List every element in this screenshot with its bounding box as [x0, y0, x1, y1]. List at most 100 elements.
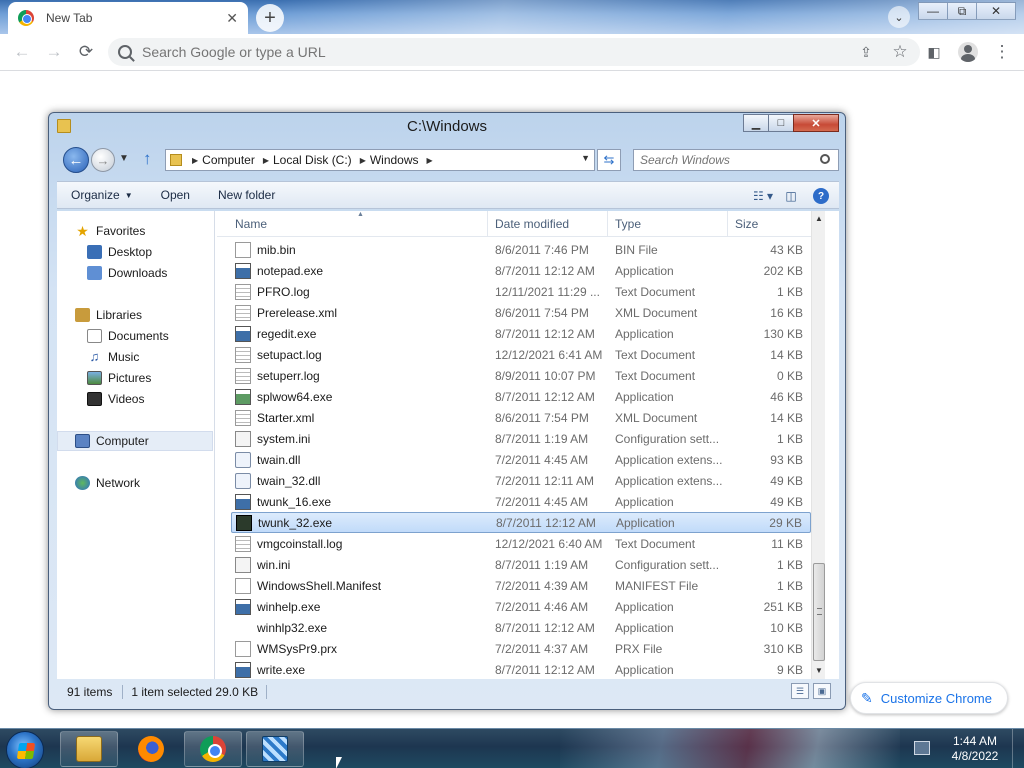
profile-button[interactable] [952, 36, 984, 68]
nav-pictures[interactable]: Pictures [87, 368, 151, 388]
grip-icon [817, 608, 822, 615]
tab-new-tab[interactable]: New Tab ✕ [8, 2, 248, 34]
nav-documents[interactable]: Documents [87, 326, 169, 346]
taskbar-twunk[interactable] [246, 731, 304, 767]
column-divider[interactable] [607, 211, 608, 237]
file-row[interactable]: write.exe 8/7/2011 12:12 AM Application 9 K… [231, 659, 811, 680]
file-row[interactable]: setupact.log 12/12/2021 6:41 AM Text Docum… [231, 344, 811, 365]
side-panel-icon[interactable]: ◧ [918, 36, 950, 68]
preview-pane-icon[interactable]: ◫ [777, 186, 805, 206]
restore-button[interactable]: ⧉ [947, 2, 977, 20]
taskbar-file-explorer[interactable] [60, 731, 118, 767]
column-divider[interactable] [727, 211, 728, 237]
file-row[interactable]: win.ini 8/7/2011 1:19 AM Configuration set… [231, 554, 811, 575]
file-row[interactable]: Starter.xml 8/6/2011 7:54 PM XML Document 1… [231, 407, 811, 428]
nav-downloads[interactable]: Downloads [87, 263, 167, 283]
chevron-right-icon[interactable]: ▶ [192, 156, 198, 165]
large-icons-view-icon[interactable]: ▣ [813, 683, 831, 699]
clock[interactable]: 1:44 AM 4/8/2022 [940, 734, 1010, 764]
file-row[interactable]: mib.bin 8/6/2011 7:46 PM BIN File 43 KB [231, 239, 811, 260]
file-row[interactable]: PFRO.log 12/11/2021 11:29 ... Text Documen… [231, 281, 811, 302]
scroll-down-arrow-icon[interactable]: ▼ [812, 663, 826, 679]
column-type[interactable]: Type [615, 217, 641, 231]
address-dropdown-icon[interactable]: ▼ [581, 153, 590, 163]
file-row[interactable]: WindowsShell.Manifest 7/2/2011 4:39 AM MAN… [231, 575, 811, 596]
new-folder-button[interactable]: New folder [204, 188, 289, 202]
more-menu-icon[interactable]: ⋮ [986, 36, 1018, 68]
scroll-up-arrow-icon[interactable]: ▲ [812, 211, 826, 227]
details-view-icon[interactable]: ☰ [791, 683, 809, 699]
nav-libraries[interactable]: Libraries [75, 305, 142, 325]
new-tab-button[interactable]: + [256, 4, 284, 32]
file-row[interactable]: twunk_32.exe 8/7/2011 12:12 AM Application… [231, 512, 811, 533]
omnibox[interactable] [108, 38, 920, 66]
minimize-button[interactable]: ▁ [743, 114, 769, 132]
file-row[interactable]: winhelp.exe 7/2/2011 4:46 AM Application 25… [231, 596, 811, 617]
nav-music[interactable]: ♫ Music [87, 347, 140, 367]
up-arrow-icon[interactable]: ↑ [143, 149, 152, 169]
file-row[interactable]: twain_32.dll 7/2/2011 12:11 AM Application… [231, 470, 811, 491]
bookmark-star-icon[interactable]: ☆ [884, 36, 916, 68]
taskbar-chrome[interactable] [184, 731, 242, 767]
change-view-icon[interactable]: ☷ ▾ [749, 186, 777, 206]
search-input[interactable] [640, 153, 810, 167]
nav-favorites[interactable]: ★ Favorites [75, 221, 145, 241]
nav-network[interactable]: Network [75, 473, 140, 493]
file-row[interactable]: twain.dll 7/2/2011 4:45 AM Application ext… [231, 449, 811, 470]
file-row[interactable]: twunk_16.exe 7/2/2011 4:45 AM Application 4… [231, 491, 811, 512]
share-icon[interactable]: ⇪ [850, 36, 882, 68]
vertical-scrollbar[interactable]: ▲ ▼ [811, 211, 825, 679]
file-row[interactable]: vmgcoinstall.log 12/12/2021 6:40 AM Text D… [231, 533, 811, 554]
organize-button[interactable]: Organize ▼ [57, 188, 147, 202]
omnibox-input[interactable] [142, 44, 742, 60]
close-button[interactable]: ✕ [793, 114, 839, 132]
maximize-button[interactable]: □ [768, 114, 794, 132]
start-button[interactable] [6, 731, 44, 768]
file-row[interactable]: system.ini 8/7/2011 1:19 AM Configuration … [231, 428, 811, 449]
customize-chrome-button[interactable]: ✎ Customize Chrome [850, 682, 1008, 714]
forward-button[interactable]: → [91, 148, 115, 172]
file-row[interactable]: setuperr.log 8/9/2011 10:07 PM Text Docume… [231, 365, 811, 386]
help-icon[interactable]: ? [813, 188, 829, 204]
back-button[interactable]: ← [63, 147, 89, 173]
breadcrumb-computer[interactable]: Computer [202, 153, 255, 167]
file-row[interactable]: notepad.exe 8/7/2011 12:12 AM Application 2… [231, 260, 811, 281]
chevron-right-icon[interactable]: ▶ [427, 156, 433, 165]
column-date-modified[interactable]: Date modified [495, 217, 569, 231]
search-box[interactable] [633, 149, 839, 171]
column-size[interactable]: Size [735, 217, 758, 231]
column-name[interactable]: Name [235, 217, 267, 231]
nav-videos[interactable]: Videos [87, 389, 144, 409]
breadcrumb-local-disk[interactable]: Local Disk (C:) [273, 153, 352, 167]
refresh-button[interactable]: ⇆ [597, 149, 621, 171]
back-arrow-icon[interactable]: ← [6, 36, 38, 68]
file-row[interactable]: WMSysPr9.prx 7/2/2011 4:37 AM PRX File 310 … [231, 638, 811, 659]
close-window-button[interactable]: ✕ [976, 2, 1016, 20]
file-row[interactable]: splwow64.exe 8/7/2011 12:12 AM Application… [231, 386, 811, 407]
chevron-right-icon[interactable]: ▶ [263, 156, 269, 165]
breadcrumb-windows[interactable]: Windows [370, 153, 419, 167]
recent-pages-dropdown-icon[interactable]: ▼ [119, 153, 129, 164]
show-desktop-button[interactable] [1012, 729, 1024, 768]
open-button[interactable]: Open [147, 188, 204, 202]
reload-icon[interactable]: ⟳ [70, 36, 102, 68]
minimize-button[interactable]: — [918, 2, 948, 20]
nav-computer[interactable]: Computer [57, 431, 213, 451]
forward-arrow-icon[interactable]: → [38, 36, 70, 68]
file-date: 7/2/2011 4:46 AM [495, 599, 589, 614]
content-pane: ★ Favorites Desktop Downloads Libraries D… [57, 211, 839, 679]
file-row[interactable]: Prerelease.xml 8/6/2011 7:54 PM XML Docume… [231, 302, 811, 323]
tab-search-button[interactable]: ⌄ [888, 6, 910, 28]
column-divider[interactable] [487, 211, 488, 237]
chevron-right-icon[interactable]: ▶ [360, 156, 366, 165]
scrollbar-thumb[interactable] [813, 563, 825, 661]
address-bar[interactable]: ▶ Computer ▶ Local Disk (C:) ▶ Windows ▶… [165, 149, 595, 171]
taskbar-firefox[interactable] [122, 731, 180, 767]
taskbar: 1:44 AM 4/8/2022 [0, 728, 1024, 768]
nav-desktop[interactable]: Desktop [87, 242, 152, 262]
log-file-icon [235, 304, 251, 321]
file-row[interactable]: regedit.exe 8/7/2011 12:12 AM Application 1… [231, 323, 811, 344]
network-tray-icon[interactable] [914, 741, 930, 755]
tab-close-icon[interactable]: ✕ [226, 10, 238, 27]
file-row[interactable]: ? winhlp32.exe 8/7/2011 12:12 AM Applicatio… [231, 617, 811, 638]
